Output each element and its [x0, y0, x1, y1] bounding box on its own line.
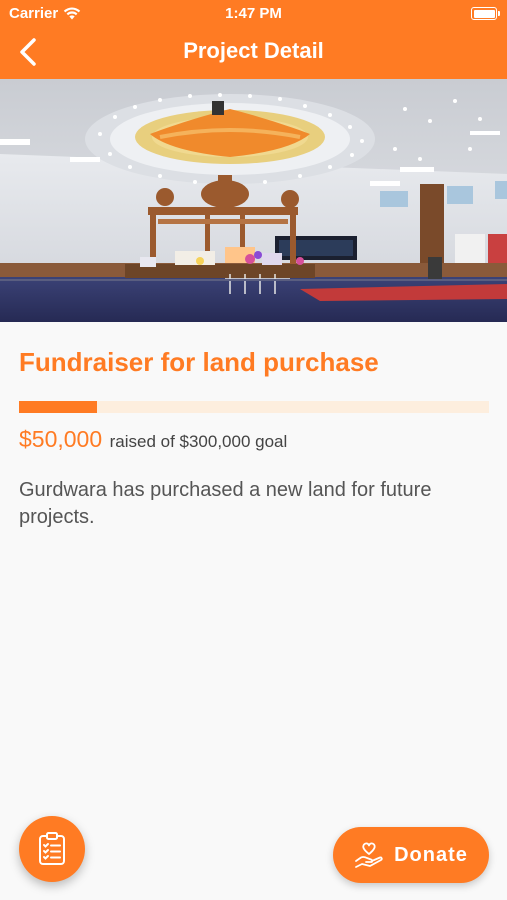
status-bar: Carrier 1:47 PM [0, 0, 507, 28]
funding-progress-fill [19, 401, 98, 413]
clock: 1:47 PM [225, 5, 282, 22]
funding-progress-bar [19, 401, 489, 413]
battery-icon [471, 7, 500, 20]
raised-summary: $50,000 raised of $300,000 goal [19, 426, 287, 453]
project-description: Gurdwara has purchased a new land for fu… [19, 479, 432, 528]
clipboard-list-icon [39, 832, 65, 865]
clipboard-fab-button[interactable] [19, 816, 85, 882]
donate-label: Donate [394, 843, 468, 866]
heart-hand-icon [355, 842, 383, 868]
project-image [0, 79, 507, 322]
project-title: Fundraiser for land purchase [19, 347, 379, 377]
app-header: Carrier 1:47 PM Project Detail [0, 0, 507, 79]
nav-bar: Project Detail [0, 28, 507, 79]
goal-text: raised of $300,000 goal [109, 432, 288, 451]
page-title: Project Detail [183, 38, 324, 63]
gurdwara-hall-illustration [0, 79, 507, 322]
raised-amount: $50,000 [19, 426, 103, 452]
donate-button[interactable]: Donate [333, 827, 489, 883]
